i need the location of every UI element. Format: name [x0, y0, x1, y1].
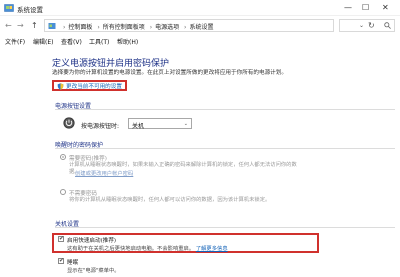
shield-icon [57, 82, 64, 90]
divider [55, 109, 395, 110]
menu-tools[interactable]: 工具(T) [89, 37, 109, 46]
address-bar[interactable]: › 控制面板 › 所有控制面板项 › 电源选项 › 系统设置 ⌄ ↻ [44, 19, 375, 32]
menu-bar: 文件(F) 编辑(E) 查看(V) 工具(T) 帮助(H) [0, 35, 400, 47]
maximize-button[interactable]: ☐ [362, 3, 369, 13]
minimize-button[interactable]: — [344, 3, 352, 13]
divider [55, 227, 395, 228]
divider [55, 148, 395, 149]
window-title: 系统设置 [17, 6, 43, 14]
breadcrumb-item[interactable]: 电源选项 [155, 24, 179, 31]
no-password-radio[interactable] [60, 189, 66, 195]
search-input[interactable] [339, 19, 395, 32]
fast-startup-checkbox[interactable] [58, 235, 64, 242]
control-panel-icon [4, 4, 14, 12]
power-icon [63, 117, 75, 129]
up-icon[interactable]: ↑ [31, 21, 38, 30]
control-panel-icon [48, 23, 56, 29]
create-password-link[interactable]: 创建或更改用户帐户密码 [75, 169, 133, 177]
menu-help[interactable]: 帮助(H) [117, 37, 138, 46]
navigation-bar: ← → ↑ › 控制面板 › 所有控制面板项 › 电源选项 › 系统设置 ⌄ ↻ [0, 17, 400, 34]
breadcrumb: › 控制面板 › 所有控制面板项 › 电源选项 › 系统设置 [63, 24, 214, 31]
change-unavailable-settings-link[interactable]: 更改当前不可用的设置 [52, 80, 127, 91]
page-title: 定义电源按钮并启用密码保护 [52, 59, 170, 69]
search-icon [384, 22, 391, 29]
require-password-description: 计算机从睡眠状态唤醒时，如果未输入正确的密码来解除计算机的锁定，任何人都无法访问… [69, 162, 297, 168]
fast-startup-description-text: 这有助于在关机之后更快地启动电脑。不会影响重启。 [67, 246, 195, 252]
no-password-description: 将你的计算机从睡眠状态唤醒时，任何人都可以访问你的数据，因为该计算机未锁定。 [69, 197, 271, 203]
menu-view[interactable]: 查看(V) [61, 37, 82, 46]
fast-startup-highlight: 启用快速启动(推荐) 这有助于在关机之后更快地启动电脑。不会影响重启。 了解更多… [52, 233, 319, 253]
menu-edit[interactable]: 编辑(E) [33, 37, 53, 46]
title-bar: 系统设置 — ☐ ✕ [0, 0, 400, 16]
breadcrumb-item[interactable]: 系统设置 [189, 24, 213, 31]
forward-icon[interactable]: → [17, 21, 24, 30]
sleep-checkbox[interactable] [58, 257, 64, 264]
sleep-description: 显示在"电源"菜单中。 [67, 268, 120, 274]
fast-startup-description: 这有助于在关机之后更快地启动电脑。不会影响重启。 了解更多信息 [67, 244, 228, 252]
require-password-label: 需要密码(推荐) [69, 156, 107, 162]
learn-more-link[interactable]: 了解更多信息 [196, 246, 228, 252]
power-button-action-select[interactable]: 关机 ⌄ [128, 118, 192, 130]
page-description: 选择要为你的计算机设置的电源设置。在此页上对设置所做的更改将应用于你所有的电源计… [52, 70, 287, 76]
back-icon[interactable]: ← [5, 21, 12, 30]
breadcrumb-item[interactable]: 所有控制面板项 [103, 24, 145, 31]
change-link-label: 更改当前不可用的设置 [66, 84, 122, 90]
breadcrumb-item[interactable]: 控制面板 [68, 24, 92, 31]
menu-file[interactable]: 文件(F) [5, 37, 25, 46]
chevron-down-icon: ⌄ [183, 121, 188, 127]
power-button-label: 按电源按钮时: [81, 123, 120, 130]
fast-startup-label: 启用快速启动(推荐) [67, 238, 117, 244]
sleep-label: 睡眠 [67, 260, 79, 266]
selected-value: 关机 [132, 123, 145, 130]
require-password-radio[interactable] [60, 154, 66, 160]
no-password-label: 不需要密码 [69, 191, 97, 197]
close-button[interactable]: ✕ [382, 3, 389, 13]
